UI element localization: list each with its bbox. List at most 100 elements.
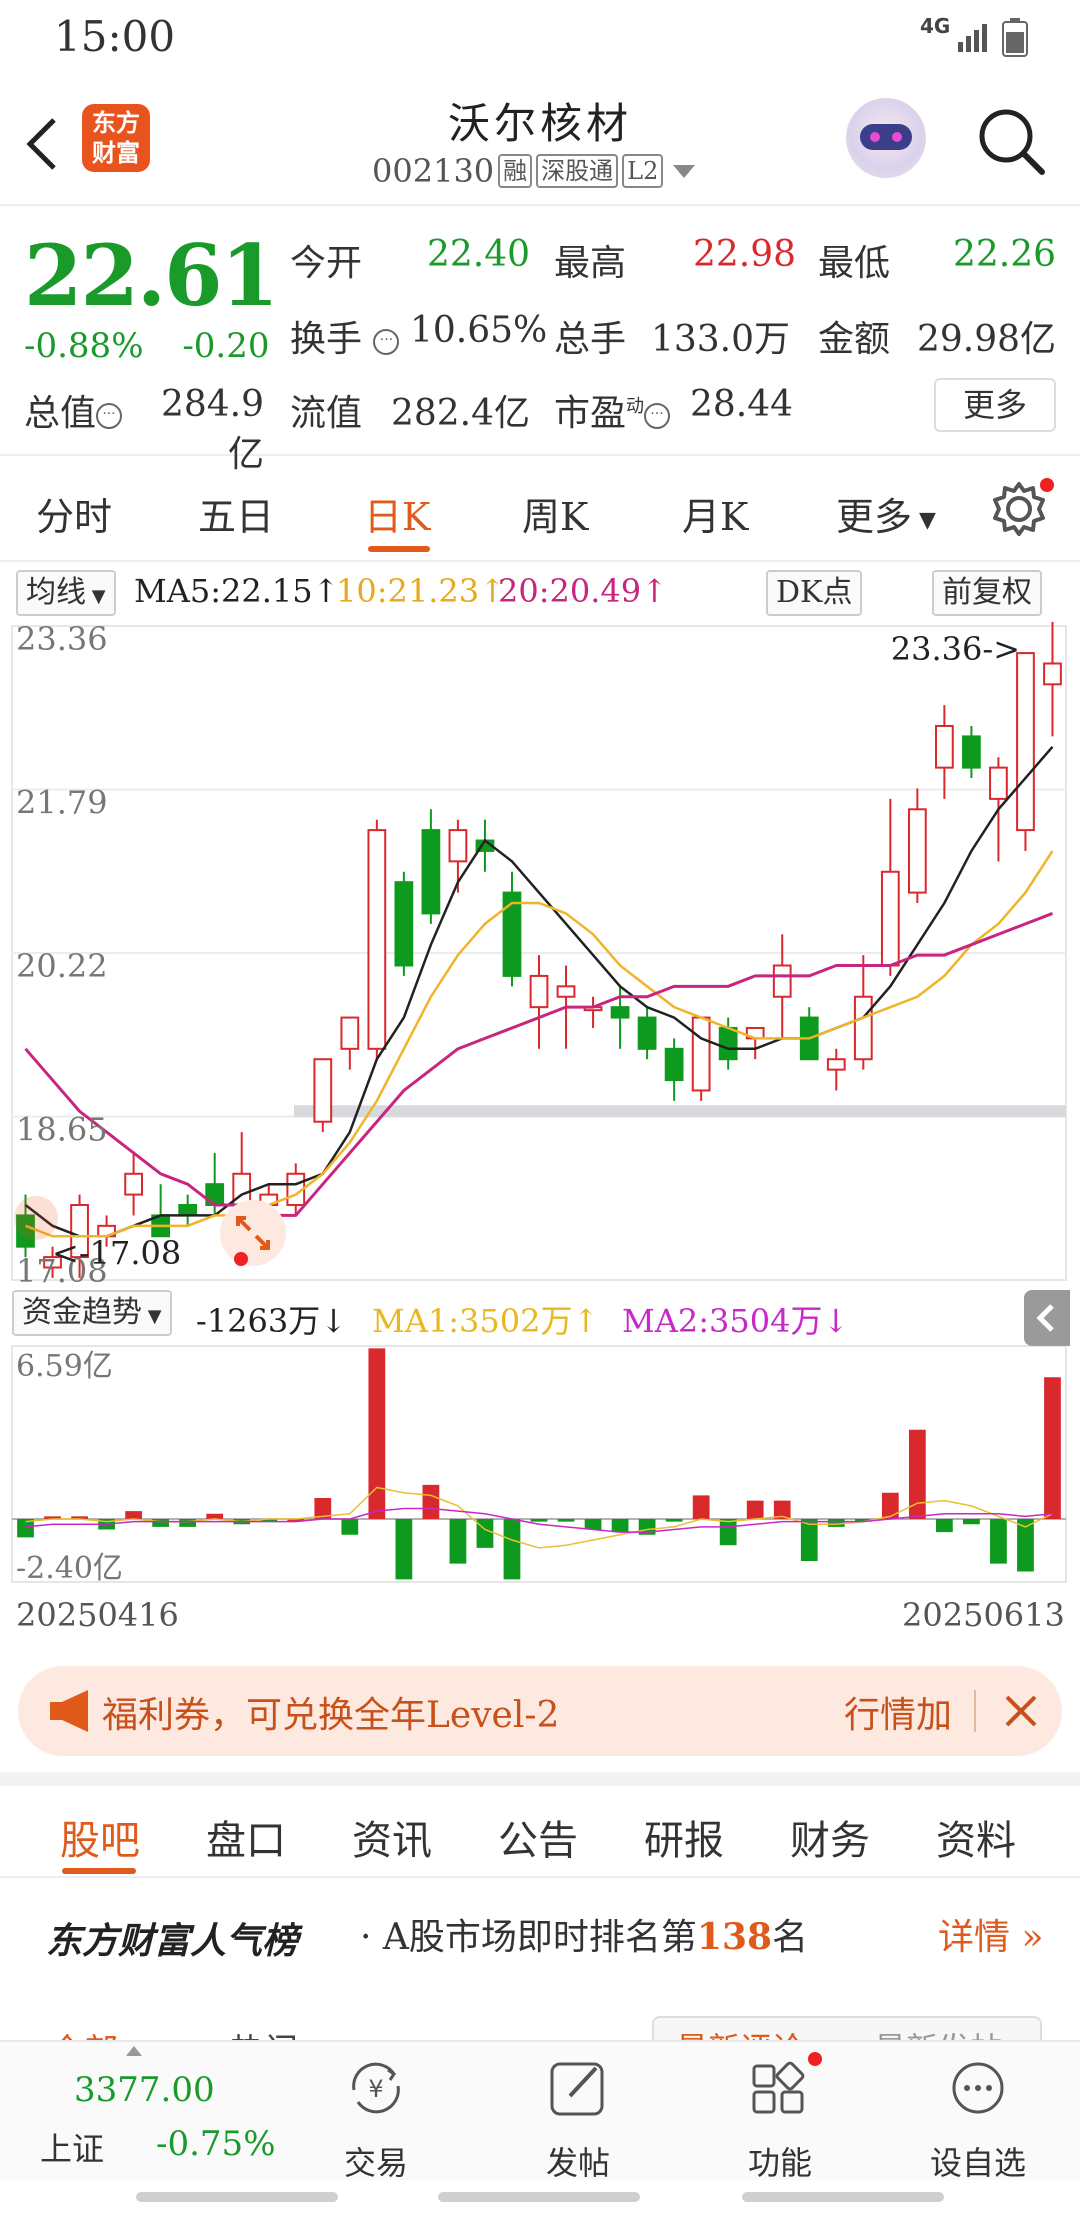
low-value: 22.26 (952, 234, 1056, 275)
nav-label: 功能 (747, 2144, 812, 2182)
system-nav-recent[interactable] (742, 2192, 944, 2202)
fund-bar (152, 1518, 170, 1527)
low-label: 最低 (818, 243, 891, 284)
popularity-rank[interactable]: 东方财富人气榜 · A股市场即时排名第138名 详情 » (0, 1880, 1080, 1980)
candle-body (989, 766, 1008, 800)
close-icon[interactable] (1004, 1694, 1038, 1728)
fund-bar (557, 1518, 575, 1522)
edit-post-icon (550, 2062, 604, 2116)
pe-label: 市盈动 ··· (554, 384, 671, 436)
zoom-handle[interactable] (14, 1196, 58, 1240)
fund-max-label: 6.59亿 (16, 1349, 113, 1384)
indicator-select[interactable]: 均线 ▼ (16, 570, 116, 616)
mcap-label: 总值 ··· (24, 384, 123, 436)
dk-point-button[interactable]: DK点 (766, 570, 863, 616)
app-header: 东方 财富 沃尔核材 002130 融 深股通 L2 (0, 78, 1080, 206)
fund-min-label: -2.40亿 (16, 1551, 123, 1586)
candle-body (448, 829, 468, 863)
kline-chart[interactable]: 23.3621.7920.2218.6517.0823.36-><-17.08 … (0, 620, 1080, 1590)
chevron-down-icon (673, 164, 696, 178)
volume-label: 总手 (554, 319, 627, 360)
candle-body (340, 1016, 360, 1050)
turnover-label: 换手 ··· (290, 310, 400, 362)
banner-text: 福利券，可兑换全年Level-2 (102, 1695, 560, 1736)
info-icon[interactable]: ··· (96, 403, 123, 429)
tab-weekly-k[interactable]: 周K (522, 486, 588, 541)
search-icon[interactable] (976, 106, 1046, 176)
sort-latest-post[interactable]: 最新发帖 (874, 2024, 1002, 2040)
price-change: -0.88% -0.20 (24, 326, 270, 366)
candle-body (691, 1016, 711, 1092)
tab-guba[interactable]: 股吧 (60, 1808, 140, 1866)
info-icon[interactable]: ··· (644, 403, 671, 429)
fund-bar (800, 1518, 818, 1561)
tab-notices[interactable]: 公告 (498, 1808, 578, 1866)
fund-indicator-select[interactable]: 资金趋势 ▼ (12, 1290, 172, 1336)
signal-icon (958, 24, 987, 52)
nav-label: 设自选 (929, 2144, 1026, 2182)
tab-finance[interactable]: 财务 (790, 1808, 870, 1866)
candle-body (1043, 662, 1062, 686)
sort-latest-comment[interactable]: 最新评论 (676, 2024, 804, 2040)
more-quote-button[interactable]: 更多 (934, 378, 1056, 432)
fund-bar (881, 1492, 899, 1519)
float-label: 流值 (290, 393, 363, 434)
panel-toggle[interactable] (1024, 1290, 1070, 1346)
robot-face-icon (860, 124, 912, 150)
status-time: 15:00 (54, 12, 176, 61)
amount-label: 金额 (818, 319, 891, 360)
index-value[interactable]: 3377.00 (74, 2070, 215, 2110)
yen-exchange-icon: ¥ (352, 2062, 400, 2114)
filter-all[interactable]: 全部 (50, 2024, 118, 2040)
tab-research[interactable]: 研报 (644, 1808, 724, 1866)
system-nav-home[interactable] (438, 2192, 640, 2202)
fund-bar (746, 1500, 764, 1519)
candle-body (610, 1006, 630, 1019)
assistant-avatar[interactable] (846, 98, 926, 178)
rank-detail-link[interactable]: 详情 » (938, 1908, 1043, 1960)
promo-banner[interactable]: 福利券，可兑换全年Level-2 行情加 (18, 1666, 1062, 1756)
ma5-value: MA5:22.15↑ (134, 572, 340, 610)
tab-news[interactable]: 资讯 (352, 1808, 432, 1866)
amount-value: 29.98亿 (916, 319, 1056, 360)
fund-ma2: MA2:3504万↓ (622, 1302, 850, 1340)
candle-body (772, 964, 792, 998)
y-tick-label: 18.65 (16, 1111, 108, 1149)
pe-value: 28.44 (690, 384, 794, 425)
notification-dot (1040, 478, 1054, 492)
min-annotation: <-17.08 (52, 1234, 181, 1272)
tab-more[interactable]: 更多 ▼ (836, 486, 936, 541)
volume-value: 133.0万 (650, 319, 790, 360)
info-icon[interactable]: ··· (373, 329, 400, 355)
fund-bar (584, 1518, 602, 1530)
stock-code-row[interactable]: 002130 融 深股通 L2 (372, 152, 696, 190)
candle-body (502, 891, 522, 977)
tab-monthly-k[interactable]: 月K (682, 486, 748, 541)
fund-bar (963, 1518, 980, 1525)
tab-five-day[interactable]: 五日 (198, 486, 274, 541)
adjust-button[interactable]: 前复权 (932, 570, 1042, 616)
change-pct: -0.88% (24, 326, 144, 366)
tab-profile[interactable]: 资料 (936, 1808, 1016, 1866)
candle-body (718, 1026, 738, 1061)
tab-pankou[interactable]: 盘口 (206, 1808, 286, 1866)
filter-hot[interactable]: 热门 (230, 2024, 298, 2040)
notification-dot (808, 2052, 822, 2066)
nav-label: 交易 (343, 2144, 408, 2182)
fund-bar (692, 1495, 710, 1519)
change-abs: -0.20 (182, 326, 270, 366)
tab-intraday[interactable]: 分时 (36, 486, 112, 541)
expand-icon[interactable] (220, 1200, 286, 1266)
support-band (294, 1105, 1066, 1118)
y-tick-label: 20.22 (16, 947, 108, 985)
last-price: 22.61 (24, 226, 279, 325)
end-date: 20250613 (902, 1596, 1065, 1634)
candle-body (826, 1058, 846, 1071)
gear-icon[interactable] (990, 480, 1048, 538)
system-nav-back[interactable] (136, 2192, 338, 2202)
fund-bar (719, 1518, 737, 1546)
candle-body (313, 1058, 333, 1123)
tab-daily-k[interactable]: 日K (364, 486, 430, 541)
fund-bar (206, 1513, 224, 1519)
candle-body (1016, 652, 1035, 832)
